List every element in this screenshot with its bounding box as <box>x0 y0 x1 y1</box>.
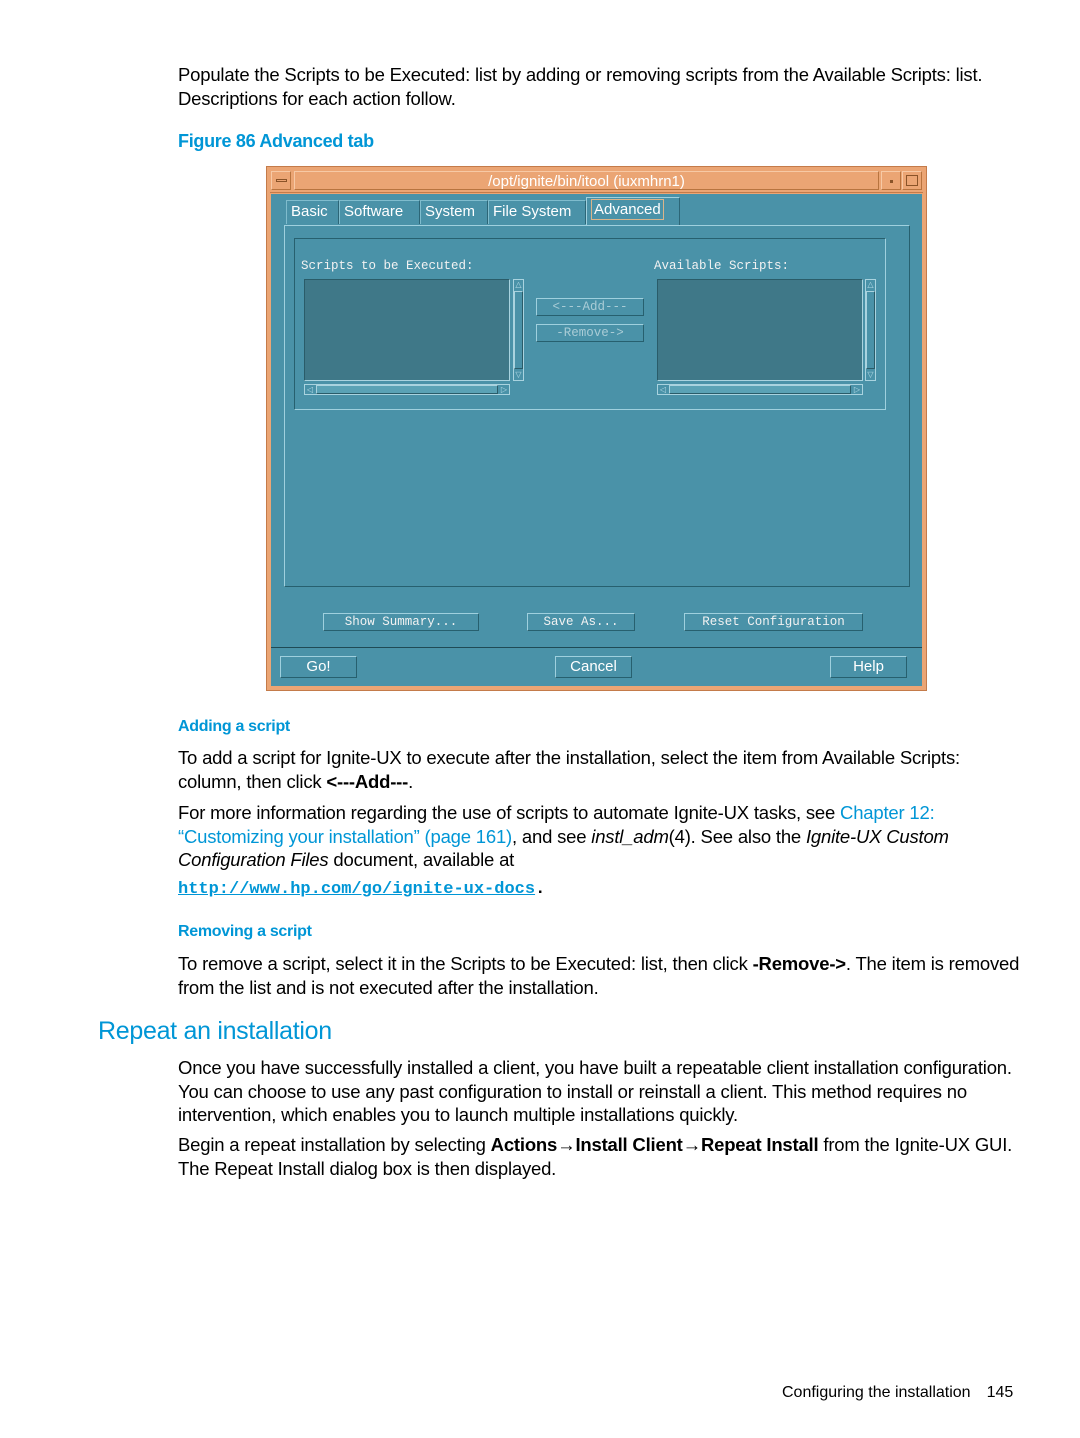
text: For more information regarding the use o… <box>178 802 841 823</box>
text: Once you have successfully installed a c… <box>178 1057 1012 1125</box>
scripts-to-execute-hscroll[interactable]: ◁ ▷ <box>304 384 510 395</box>
text: To add a script for Ignite-UX to execute… <box>178 747 960 792</box>
add-button[interactable]: <---Add--- <box>536 298 644 316</box>
window-menu-icon <box>276 179 287 182</box>
arrow-icon: → <box>557 1134 576 1155</box>
scripts-to-execute-label: Scripts to be Executed: <box>301 259 474 273</box>
text: Begin a repeat installation by selecting <box>178 1134 491 1155</box>
minimize-button[interactable] <box>881 171 901 190</box>
help-button[interactable]: Help <box>830 656 907 678</box>
minimize-icon <box>890 180 893 183</box>
menu-install-client-text: Install Client <box>575 1134 683 1155</box>
scroll-thumb[interactable] <box>514 291 523 369</box>
scroll-right-arrow-icon[interactable]: ▷ <box>499 385 509 394</box>
intro-paragraph: Populate the Scripts to be Executed: lis… <box>178 63 1023 110</box>
repeat-paragraph-2: Begin a repeat installation by selecting… <box>178 1133 1023 1180</box>
advanced-tab-panel: Scripts to be Executed: △ ▽ ◁ ▷ <---Add-… <box>284 225 910 587</box>
page-footer: Configuring the installation 145 <box>782 1384 1013 1402</box>
repeat-paragraph-1: Once you have successfully installed a c… <box>178 1056 1023 1127</box>
text: document, available at <box>328 849 515 870</box>
text: To remove a script, select it in the Scr… <box>178 953 753 974</box>
save-as-button[interactable]: Save As... <box>527 613 635 631</box>
tab-software[interactable]: Software <box>339 200 420 224</box>
text: . <box>408 770 414 792</box>
instl-adm-text: instl_adm <box>591 825 669 847</box>
window-menu-button[interactable] <box>271 171 291 190</box>
button-separator <box>271 647 922 648</box>
adding-paragraph-2: For more information regarding the use o… <box>178 801 1023 872</box>
remove-button[interactable]: -Remove-> <box>536 324 644 342</box>
go-button[interactable]: Go! <box>280 656 357 678</box>
available-scripts-list[interactable] <box>657 279 863 381</box>
scripts-to-execute-vscroll[interactable]: △ ▽ <box>513 279 524 381</box>
add-command-text: <---Add--- <box>326 770 409 792</box>
available-scripts-hscroll[interactable]: ◁ ▷ <box>657 384 863 395</box>
intro-text: Populate the Scripts to be Executed: lis… <box>178 64 983 109</box>
reset-configuration-button[interactable]: Reset Configuration <box>684 613 863 631</box>
scroll-left-arrow-icon[interactable]: ◁ <box>658 385 668 394</box>
footer-section-title: Configuring the installation <box>782 1384 971 1401</box>
adding-paragraph-1: To add a script for Ignite-UX to execute… <box>178 746 1023 793</box>
repeat-installation-heading: Repeat an installation <box>98 1017 332 1045</box>
figure-caption: Figure 86 Advanced tab <box>178 131 374 151</box>
remove-command-text: -Remove-> <box>752 953 847 974</box>
scripts-groupbox: Scripts to be Executed: △ ▽ ◁ ▷ <---Add-… <box>294 238 886 410</box>
scroll-thumb[interactable] <box>669 385 851 394</box>
tab-advanced[interactable]: Advanced <box>586 197 680 225</box>
tab-system[interactable]: System <box>420 200 488 224</box>
scroll-left-arrow-icon[interactable]: ◁ <box>305 385 315 394</box>
available-scripts-vscroll[interactable]: △ ▽ <box>865 279 876 381</box>
removing-paragraph: To remove a script, select it in the Scr… <box>178 952 1023 999</box>
tab-file-system[interactable]: File System <box>488 200 586 224</box>
scroll-thumb[interactable] <box>866 291 875 369</box>
arrow-icon: → <box>682 1134 702 1155</box>
scroll-up-arrow-icon[interactable]: △ <box>514 280 523 290</box>
text: . <box>535 880 546 899</box>
tab-label: File System <box>493 203 572 220</box>
tab-basic[interactable]: Basic <box>286 200 339 224</box>
tab-label: Advanced <box>591 199 664 220</box>
text: (4). See also the <box>668 825 806 847</box>
docs-url-link[interactable]: http://www.hp.com/go/ignite-ux-docs <box>178 880 535 899</box>
tab-label: Software <box>344 203 404 220</box>
window-client-area: Basic Software System File System Advanc… <box>271 194 922 686</box>
cancel-button[interactable]: Cancel <box>555 656 632 678</box>
scroll-down-arrow-icon[interactable]: ▽ <box>514 370 523 380</box>
maximize-icon <box>906 175 918 186</box>
adding-script-heading: Adding a script <box>178 718 290 735</box>
text: , and see <box>512 825 592 847</box>
tab-label: Basic <box>291 203 328 220</box>
show-summary-button[interactable]: Show Summary... <box>323 613 479 631</box>
scripts-to-execute-list[interactable] <box>304 279 510 381</box>
scroll-down-arrow-icon[interactable]: ▽ <box>866 370 875 380</box>
window-title: /opt/ignite/bin/itool (iuxmhrn1) <box>294 171 879 190</box>
available-scripts-label: Available Scripts: <box>654 259 790 273</box>
menu-repeat-install-text: Repeat Install <box>700 1134 819 1155</box>
scroll-up-arrow-icon[interactable]: △ <box>866 280 875 290</box>
page-number: 145 <box>986 1384 1014 1401</box>
docs-url-line: http://www.hp.com/go/ignite-ux-docs. <box>178 880 545 899</box>
removing-script-heading: Removing a script <box>178 923 312 940</box>
itool-window: /opt/ignite/bin/itool (iuxmhrn1) Basic S… <box>266 166 927 691</box>
scroll-thumb[interactable] <box>316 385 498 394</box>
scroll-right-arrow-icon[interactable]: ▷ <box>852 385 862 394</box>
maximize-button[interactable] <box>902 171 922 190</box>
tab-label: System <box>425 203 476 220</box>
window-titlebar[interactable]: /opt/ignite/bin/itool (iuxmhrn1) <box>270 170 923 193</box>
menu-actions-text: Actions <box>490 1134 558 1155</box>
